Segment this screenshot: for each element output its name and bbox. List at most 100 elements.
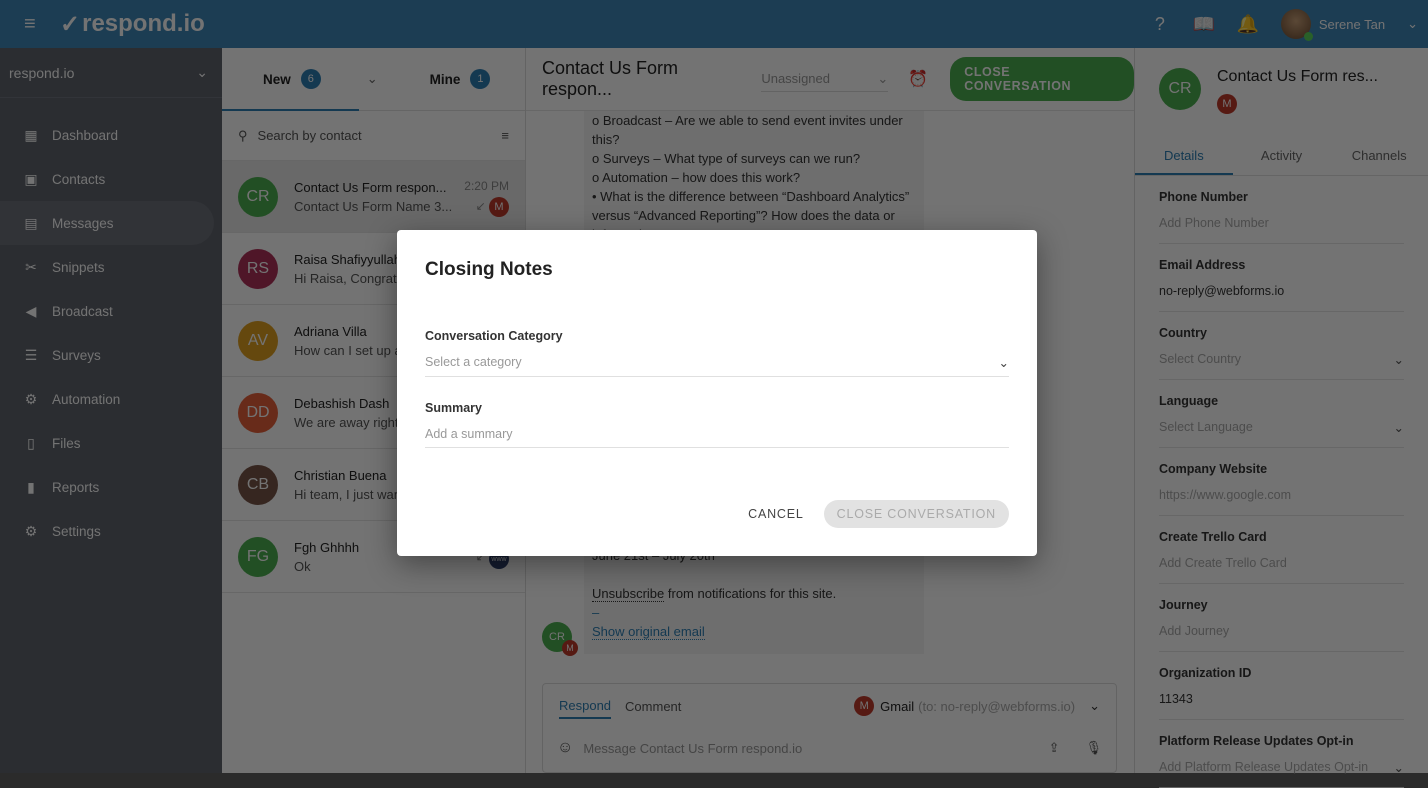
message-preview: Contact Us Form Name 3... xyxy=(294,198,453,214)
contacts-icon: ▣ xyxy=(24,170,38,187)
emoji-icon[interactable]: ☺ xyxy=(557,739,573,757)
field-value[interactable]: Select Country ⌄ xyxy=(1159,352,1404,367)
tab-details[interactable]: Details xyxy=(1135,148,1233,175)
field-value[interactable]: Add Create Trello Card xyxy=(1159,556,1404,570)
top-bar: ≡ ✓ respond.io ? 📖 🔔 Serene Tan ⌄ xyxy=(0,0,1428,48)
unsubscribe-text: from notifications for this site. xyxy=(664,586,837,601)
sidebar-item-messages[interactable]: ▤ Messages xyxy=(0,201,214,245)
filter-icon[interactable]: ≡ xyxy=(501,128,509,143)
field-label: Country xyxy=(1159,326,1207,340)
contact-field: Language Select Language ⌄ xyxy=(1159,380,1404,448)
search-input[interactable]: Search by contact xyxy=(258,128,492,143)
message-line: versus “Advanced Reporting”? How does th… xyxy=(592,208,895,223)
contact-avatar: FG xyxy=(238,536,278,577)
dashboard-icon: ▦ xyxy=(24,126,38,143)
book-icon[interactable]: 📖 xyxy=(1193,14,1215,35)
message-line: this? xyxy=(592,132,620,147)
help-icon[interactable]: ? xyxy=(1149,14,1171,35)
upload-icon[interactable]: ⇪ xyxy=(1049,740,1060,756)
message-composer: Respond Comment M Gmail (to: no-reply@we… xyxy=(542,683,1117,773)
contact-details-panel: CR Contact Us Form res... M Details Activ… xyxy=(1134,48,1428,788)
contact-avatar: CR xyxy=(1159,68,1201,110)
gmail-icon: M xyxy=(489,197,509,217)
category-placeholder: Select a category xyxy=(425,355,522,369)
avatar-initials: CB xyxy=(246,475,270,493)
automation-icon: ⚙ xyxy=(24,390,38,407)
field-value[interactable]: https://www.google.com xyxy=(1159,488,1404,502)
search-bar[interactable]: ⚲ Search by contact ≡ xyxy=(222,111,525,161)
workspace-selector[interactable]: respond.io ⌄ xyxy=(0,48,222,98)
user-avatar[interactable] xyxy=(1280,9,1313,41)
chevron-down-icon[interactable]: ⌄ xyxy=(1089,698,1100,714)
field-label: Journey xyxy=(1159,598,1208,612)
sidebar-item-snippets[interactable]: ✂ Snippets xyxy=(0,245,222,289)
field-value-text: Add Journey xyxy=(1159,624,1230,638)
contact-field: Email Address no-reply@webforms.io xyxy=(1159,244,1404,312)
contact-field: Company Website https://www.google.com xyxy=(1159,448,1404,516)
snooze-alarm-icon[interactable]: ⏰ xyxy=(908,69,928,89)
summary-input[interactable]: Add a summary xyxy=(425,427,1009,448)
tab-new[interactable]: New 6 xyxy=(263,69,321,89)
message-input[interactable]: Message Contact Us Form respond.io xyxy=(583,741,1038,756)
tab-mine[interactable]: Mine 1 xyxy=(430,69,491,89)
chevron-down-icon[interactable]: ⌄ xyxy=(367,71,378,87)
field-value[interactable]: Select Language ⌄ xyxy=(1159,420,1404,435)
sidebar-item-files[interactable]: ▯ Files xyxy=(0,421,222,465)
contact-name: Contact Us Form res... xyxy=(1217,68,1378,85)
field-label: Organization ID xyxy=(1159,666,1252,680)
category-select[interactable]: Select a category ⌄ xyxy=(425,355,1009,377)
avatar-initials: CR xyxy=(1168,80,1192,97)
sidebar-item-contacts[interactable]: ▣ Contacts xyxy=(0,157,222,201)
microphone-icon[interactable]: 🎙 xyxy=(1085,740,1102,756)
chevron-down-icon: ⌄ xyxy=(998,356,1009,370)
field-value-text: no-reply@webforms.io xyxy=(1159,284,1285,298)
sidebar-item-settings[interactable]: ⚙ Settings xyxy=(0,509,222,553)
active-tab-indicator xyxy=(222,109,359,111)
sidebar-item-label: Dashboard xyxy=(52,127,119,143)
tab-activity[interactable]: Activity xyxy=(1233,148,1331,175)
sidebar-item-broadcast[interactable]: ◀ Broadcast xyxy=(0,289,222,333)
sidebar-item-dashboard[interactable]: ▦ Dashboard xyxy=(0,113,222,157)
user-name[interactable]: Serene Tan xyxy=(1319,17,1385,32)
field-value[interactable]: 11343 xyxy=(1159,692,1404,706)
field-value[interactable]: Add Journey xyxy=(1159,624,1404,638)
close-conversation-button[interactable]: CLOSE CONVERSATION xyxy=(950,57,1134,101)
message-preview: How can I set up a xyxy=(294,342,402,358)
channel-name[interactable]: Gmail xyxy=(880,699,914,714)
chevron-down-icon[interactable]: ⌄ xyxy=(1407,16,1418,32)
sidebar-item-reports[interactable]: ▮ Reports xyxy=(0,465,222,509)
sidebar-item-surveys[interactable]: ☰ Surveys xyxy=(0,333,222,377)
avatar-initials: FG xyxy=(246,547,270,565)
sidebar-item-label: Contacts xyxy=(52,171,106,187)
count-badge: 1 xyxy=(470,69,491,89)
menu-icon[interactable]: ≡ xyxy=(24,14,44,34)
close-conversation-confirm-button[interactable]: CLOSE CONVERSATION xyxy=(823,500,1009,528)
cancel-button[interactable]: CANCEL xyxy=(748,507,804,521)
avatar-initials: DD xyxy=(246,403,270,421)
search-icon: ⚲ xyxy=(238,127,248,143)
logo[interactable]: ✓ respond.io xyxy=(60,10,205,39)
conversation-list-item[interactable]: CR Contact Us Form respon... Contact Us Fo… xyxy=(222,161,525,233)
field-label: Platform Release Updates Opt-in xyxy=(1159,734,1354,748)
unsubscribe-link[interactable]: Unsubscribe xyxy=(592,586,665,602)
tab-channels[interactable]: Channels xyxy=(1330,148,1428,175)
tab-comment[interactable]: Comment xyxy=(625,699,681,714)
sidebar-item-label: Reports xyxy=(52,479,100,495)
chevron-down-icon: ⌄ xyxy=(1393,421,1404,435)
field-value-text: 11343 xyxy=(1159,692,1193,706)
field-value[interactable]: no-reply@webforms.io xyxy=(1159,284,1404,298)
field-value[interactable]: Add Phone Number xyxy=(1159,216,1404,230)
surveys-icon: ☰ xyxy=(24,346,38,363)
gmail-icon: M xyxy=(562,640,578,656)
sidebar-item-label: Automation xyxy=(52,391,121,407)
sidebar-item-automation[interactable]: ⚙ Automation xyxy=(0,377,222,421)
assignee-dropdown[interactable]: Unassigned ⌄ xyxy=(761,67,889,92)
contact-name: Adriana Villa xyxy=(294,323,367,339)
message-line: o Automation – how does this work? xyxy=(592,170,801,185)
chevron-down-icon: ⌄ xyxy=(1393,353,1404,367)
tab-respond[interactable]: Respond xyxy=(559,694,612,719)
contact-field: Platform Release Updates Opt-in Add Platf… xyxy=(1159,720,1404,788)
logo-check-icon: ✓ xyxy=(60,10,81,38)
bell-icon[interactable]: 🔔 xyxy=(1237,14,1259,35)
show-original-email-link[interactable]: Show original email xyxy=(592,624,705,640)
